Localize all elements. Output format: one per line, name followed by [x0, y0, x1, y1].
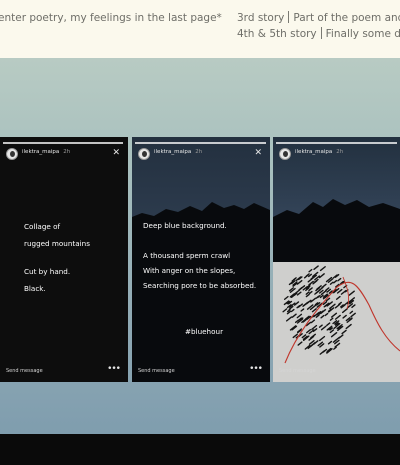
story-footer: Send message — [273, 367, 400, 379]
story-time: 2h — [195, 149, 203, 155]
avatar[interactable] — [279, 148, 291, 160]
caption-right: 3rd story Part of the poem and a 4th & 5t… — [237, 10, 400, 42]
story-username[interactable]: ilektra_maipa 2h — [154, 149, 202, 155]
story-header: ilektra_maipa 2h ✕ — [132, 148, 270, 162]
story-text-line-4: Cut by hand. — [24, 267, 71, 276]
more-icon[interactable]: ••• — [107, 364, 121, 374]
caption-band: enter poetry, my feelings in the last pa… — [0, 0, 400, 58]
story-text-line-3: A thousand sperm crawl — [143, 251, 231, 260]
story-progress-bar — [135, 142, 266, 144]
caption-line-2-before: 4th & 5th story — [237, 28, 317, 40]
send-message-input[interactable]: Send message — [6, 368, 43, 374]
caption-line-2: 4th & 5th story Finally some dra — [237, 26, 400, 42]
close-icon[interactable]: ✕ — [112, 147, 120, 159]
caption-line-1-before: 3rd story — [237, 12, 285, 24]
story-progress-bar — [276, 142, 397, 144]
caption-left: enter poetry, my feelings in the last pa… — [0, 12, 222, 24]
caption-line-1-after: Part of the poem and a — [293, 12, 400, 24]
avatar[interactable] — [138, 148, 150, 160]
collage-image — [273, 137, 400, 382]
story-text-line-1: Deep blue background. — [143, 221, 227, 230]
send-message-input[interactable]: Send message — [279, 368, 316, 374]
send-message-input[interactable]: Send message — [138, 368, 175, 374]
story-hashtag[interactable]: #bluehour — [185, 326, 223, 338]
caption-line-2-after: Finally some dra — [325, 28, 400, 40]
story-text-line-4: With anger on the slopes, — [143, 266, 236, 275]
story-footer: Send message ••• — [0, 364, 128, 379]
story-card-1[interactable]: ilektra_maipa 2h ✕ Collage of rugged moun… — [0, 137, 128, 382]
story-username[interactable]: ilektra_maipa 2h — [295, 149, 343, 155]
story-header: ilektra_maipa 2h — [273, 148, 400, 162]
story-time: 2h — [63, 149, 71, 155]
story-username[interactable]: ilektra_maipa 2h — [22, 149, 70, 155]
caption-separator — [288, 11, 290, 23]
story-card-3[interactable]: ilektra_maipa 2h Send message — [273, 137, 400, 382]
story-header: ilektra_maipa 2h ✕ — [0, 148, 128, 162]
story-time: 2h — [336, 149, 344, 155]
caption-line-1: 3rd story Part of the poem and a — [237, 10, 400, 26]
caption-separator — [320, 27, 322, 39]
close-icon[interactable]: ✕ — [254, 147, 262, 159]
story-text-line-5: Black. — [24, 284, 46, 293]
bottom-band — [0, 434, 400, 465]
story-footer: Send message ••• — [132, 364, 270, 379]
avatar[interactable] — [6, 148, 18, 160]
story-progress-bar — [3, 142, 123, 144]
story-card-2[interactable]: ilektra_maipa 2h ✕ Deep blue background. … — [132, 137, 270, 382]
more-icon[interactable]: ••• — [249, 364, 263, 374]
story-text-line-2: rugged mountains — [24, 239, 90, 248]
story-text-line-1: Collage of — [24, 222, 61, 231]
story-text-line-5: Searching pore to be absorbed. — [143, 281, 257, 290]
